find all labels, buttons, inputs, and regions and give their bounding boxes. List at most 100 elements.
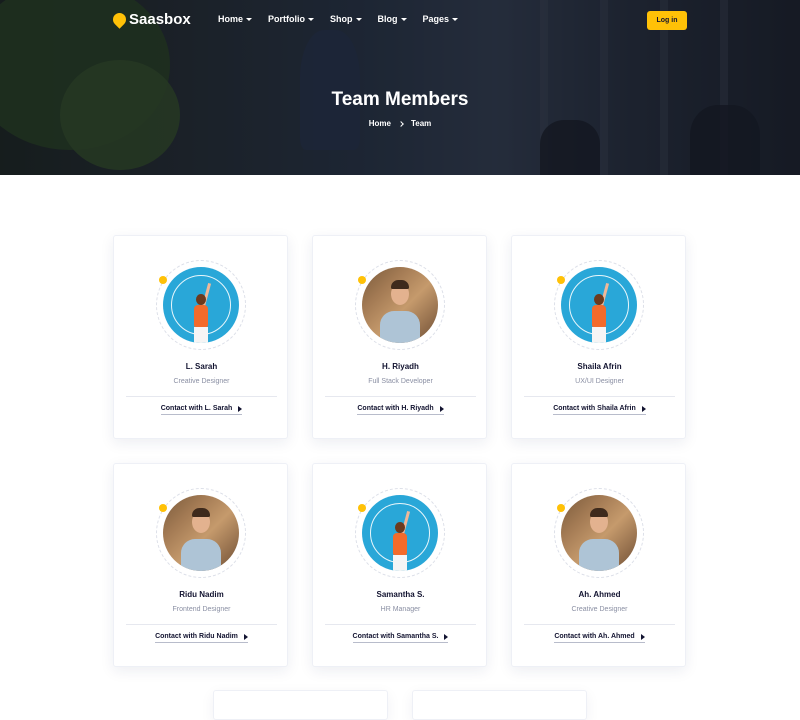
divider — [126, 624, 277, 625]
divider — [126, 396, 277, 397]
avatar — [163, 495, 239, 571]
avatar-figure — [592, 327, 606, 343]
member-role: Creative Designer — [173, 378, 230, 385]
chevron-down-icon — [308, 17, 315, 21]
avatar-figure — [594, 294, 604, 305]
team-card-partial — [412, 690, 587, 720]
divider — [325, 396, 476, 397]
contact-link-label: Contact with Samantha S. — [352, 633, 439, 640]
avatar-figure — [391, 280, 409, 289]
brand-name: Saasbox — [129, 11, 191, 28]
divider — [524, 396, 675, 397]
member-role: Full Stack Developer — [368, 378, 433, 385]
member-name: Ah. Ahmed — [578, 590, 621, 599]
member-name: Shaila Afrin — [577, 362, 622, 371]
avatar-figure — [194, 327, 208, 343]
breadcrumb-home[interactable]: Home — [369, 119, 391, 128]
hero-banner: Saasbox Home Portfolio Shop Blog Pages L… — [0, 0, 800, 175]
contact-link-label: Contact with H. Riyadh — [357, 405, 434, 412]
nav-item-label: Blog — [377, 14, 398, 24]
member-role: HR Manager — [380, 606, 421, 613]
team-card: H. Riyadh Full Stack Developer Contact w… — [312, 235, 487, 439]
member-role: Creative Designer — [571, 606, 628, 613]
team-card: Shaila Afrin UX/UI Designer Contact with… — [511, 235, 686, 439]
nav-item-home[interactable]: Home — [218, 14, 253, 24]
decorative-dot — [358, 504, 366, 512]
chevron-down-icon — [246, 17, 253, 21]
decorative-dot — [159, 276, 167, 284]
page-title: Team Members — [331, 89, 469, 110]
avatar-figure — [393, 533, 407, 555]
member-role: UX/UI Designer — [575, 378, 624, 385]
logo-icon — [110, 10, 129, 29]
avatar — [163, 267, 239, 343]
avatar-figure — [395, 522, 405, 533]
nav-item-label: Home — [218, 14, 244, 24]
arrow-right-icon — [243, 633, 248, 640]
contact-link[interactable]: Contact with L. Sarah — [160, 405, 243, 415]
decorative-dot — [557, 276, 565, 284]
avatar-figure — [579, 539, 619, 571]
divider — [524, 624, 675, 625]
breadcrumb: Home Team — [0, 119, 800, 128]
nav-item-blog[interactable]: Blog — [378, 14, 407, 24]
top-navbar: Saasbox Home Portfolio Shop Blog Pages L… — [0, 0, 800, 40]
avatar — [362, 267, 438, 343]
member-name: Ridu Nadim — [179, 590, 224, 599]
nav-item-label: Pages — [422, 14, 450, 24]
member-name: H. Riyadh — [382, 362, 419, 371]
avatar — [561, 495, 637, 571]
arrow-right-icon — [238, 405, 243, 412]
team-card: L. Sarah Creative Designer Contact with … — [113, 235, 288, 439]
login-button[interactable]: Log in — [647, 11, 687, 30]
contact-link-label: Contact with Ridu Nadim — [155, 633, 238, 640]
brand-logo[interactable]: Saasbox — [110, 10, 191, 29]
avatar-figure — [196, 294, 206, 305]
contact-link-label: Contact with L. Sarah — [160, 405, 233, 412]
chevron-down-icon — [400, 17, 407, 21]
member-name: Samantha S. — [376, 590, 425, 599]
avatar — [362, 495, 438, 571]
team-card: Ah. Ahmed Creative Designer Contact with… — [511, 463, 686, 667]
avatar-figure — [592, 305, 606, 327]
nav-item-shop[interactable]: Shop — [330, 14, 362, 24]
contact-row: Contact with Ridu Nadim — [114, 633, 289, 643]
decorative-dot — [159, 504, 167, 512]
arrow-right-icon — [439, 405, 444, 412]
member-name: L. Sarah — [185, 362, 218, 371]
avatar-figure — [192, 508, 210, 517]
breadcrumb-current: Team — [410, 119, 432, 128]
contact-link[interactable]: Contact with Samantha S. — [352, 633, 449, 643]
chevron-down-icon — [355, 17, 362, 21]
team-card-partial — [213, 690, 388, 720]
avatar-figure — [393, 555, 407, 571]
nav-item-label: Shop — [330, 14, 353, 24]
avatar-figure — [590, 508, 608, 517]
avatar-figure — [380, 311, 420, 343]
contact-row: Contact with H. Riyadh — [313, 405, 488, 415]
contact-link[interactable]: Contact with H. Riyadh — [357, 405, 444, 415]
nav-item-portfolio[interactable]: Portfolio — [268, 14, 315, 24]
avatar — [561, 267, 637, 343]
chevron-down-icon — [452, 17, 459, 21]
contact-link-label: Contact with Shaila Afrin — [553, 405, 636, 412]
arrow-right-icon — [641, 405, 646, 412]
chevron-right-icon — [398, 120, 404, 127]
avatar-figure — [194, 305, 208, 327]
contact-row: Contact with L. Sarah — [114, 405, 289, 415]
team-card: Ridu Nadim Frontend Designer Contact wit… — [113, 463, 288, 667]
contact-link[interactable]: Contact with Ah. Ahmed — [554, 633, 645, 643]
contact-row: Contact with Shaila Afrin — [512, 405, 687, 415]
arrow-right-icon — [640, 633, 645, 640]
nav-item-pages[interactable]: Pages — [423, 14, 459, 24]
main-menu: Home Portfolio Shop Blog Pages — [218, 14, 474, 24]
arrow-right-icon — [444, 633, 449, 640]
contact-row: Contact with Ah. Ahmed — [512, 633, 687, 643]
avatar-figure — [181, 539, 221, 571]
nav-item-label: Portfolio — [268, 14, 306, 24]
contact-link[interactable]: Contact with Shaila Afrin — [553, 405, 646, 415]
contact-link-label: Contact with Ah. Ahmed — [554, 633, 635, 640]
team-card: Samantha S. HR Manager Contact with Sama… — [312, 463, 487, 667]
contact-link[interactable]: Contact with Ridu Nadim — [155, 633, 248, 643]
decorative-dot — [557, 504, 565, 512]
